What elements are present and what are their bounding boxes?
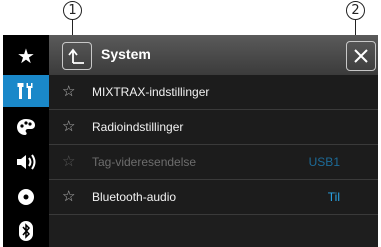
favorite-star-icon: ☆ [62, 152, 76, 170]
favorite-star-icon[interactable]: ☆ [62, 187, 75, 205]
sidebar-item-av-source[interactable] [3, 181, 49, 213]
close-icon [354, 49, 368, 63]
callout-2: 2 [346, 1, 365, 20]
bluetooth-icon [19, 221, 33, 241]
favorite-star-icon[interactable]: ☆ [62, 82, 75, 100]
callout-1-leader [72, 20, 73, 35]
sidebar-item-bluetooth[interactable] [3, 215, 49, 247]
close-button[interactable] [346, 41, 376, 71]
sidebar-item-theme[interactable] [3, 111, 49, 143]
back-button[interactable] [62, 42, 92, 70]
speaker-icon [17, 154, 36, 170]
list-item-tag-forwarding: ☆ Tag-videresendelse USB1 [49, 145, 378, 180]
settings-list: ☆ MIXTRAX-indstillinger ☆ Radioindstilli… [49, 75, 378, 215]
list-item-label: Radioindstillinger [92, 120, 184, 134]
sidebar: ★ [3, 35, 49, 247]
star-icon: ★ [17, 44, 35, 68]
favorite-star-icon[interactable]: ☆ [62, 117, 75, 135]
back-arrow-icon [68, 48, 84, 64]
sidebar-item-audio[interactable] [3, 146, 49, 178]
callout-1: 1 [63, 1, 82, 20]
list-item-radio-settings[interactable]: ☆ Radioindstillinger [49, 110, 378, 145]
disc-icon [18, 189, 34, 205]
page-title: System [101, 46, 151, 62]
list-item-mixtrax[interactable]: ☆ MIXTRAX-indstillinger [49, 75, 378, 110]
list-item-value: USB1 [308, 155, 340, 169]
palette-icon [17, 119, 35, 135]
settings-tools-icon [17, 83, 33, 99]
list-item-label: MIXTRAX-indstillinger [92, 85, 210, 99]
callout-2-leader [355, 20, 356, 35]
header-bar: System [49, 35, 378, 75]
list-item-label: Tag-videresendelse [92, 155, 197, 169]
list-item-value: Til [327, 190, 340, 204]
head-unit-screen: ★ System ☆ MIXTRAX-indstillinger ☆ Radio… [3, 35, 378, 247]
list-item-label: Bluetooth-audio [92, 190, 177, 204]
sidebar-item-system[interactable] [3, 75, 49, 107]
sidebar-item-favorites[interactable]: ★ [3, 40, 49, 72]
list-item-bluetooth-audio[interactable]: ☆ Bluetooth-audio Til [49, 180, 378, 215]
